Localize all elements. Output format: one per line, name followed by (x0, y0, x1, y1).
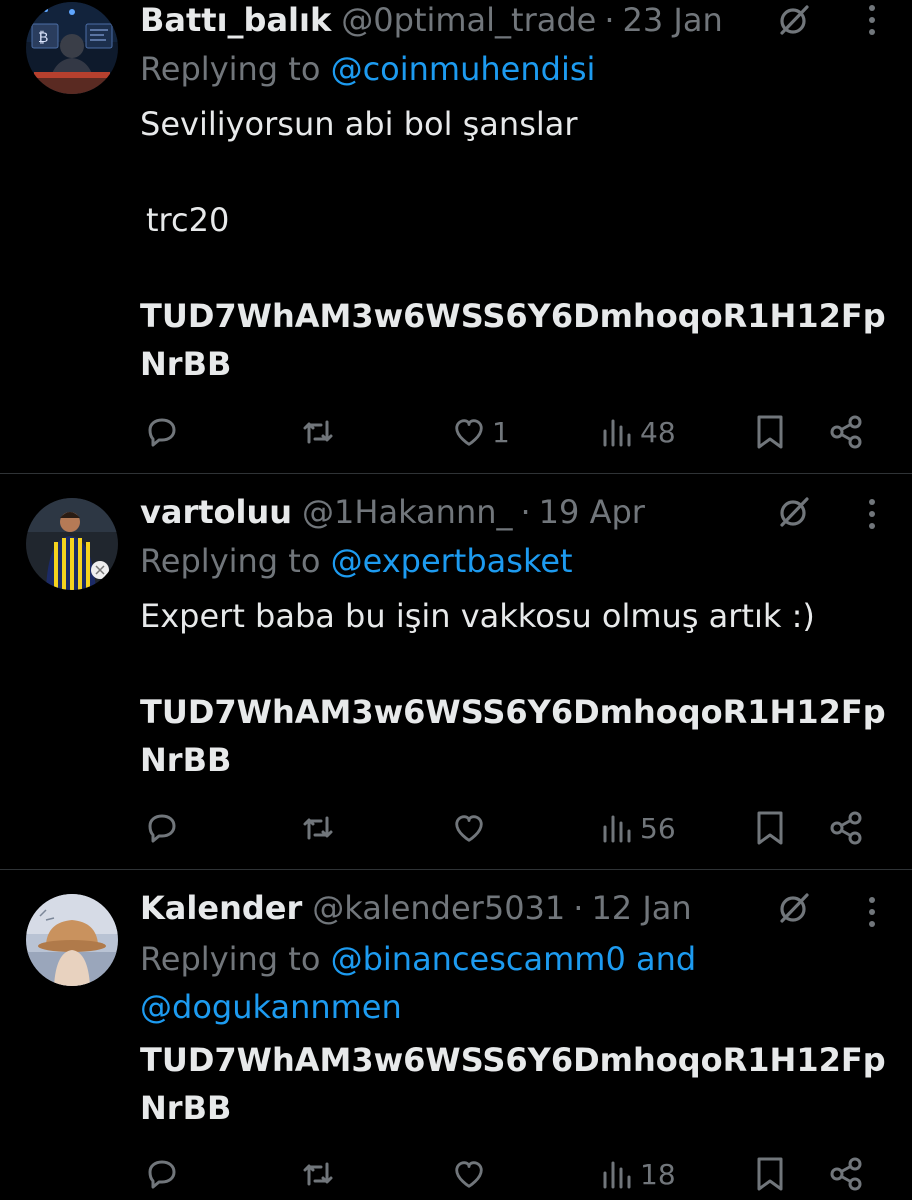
retweet-button[interactable] (300, 808, 336, 848)
share-button[interactable] (828, 808, 864, 848)
like-button[interactable]: 1 (452, 412, 510, 452)
display-name[interactable]: Kalender (140, 889, 302, 927)
reply-icon (148, 814, 176, 843)
football-player-avatar-icon (26, 498, 118, 590)
bookmark-icon (757, 811, 783, 845)
replying-prefix: Replying to (140, 50, 331, 88)
share-icon (830, 415, 862, 449)
views-button[interactable]: 48 (600, 412, 676, 452)
grok-icon[interactable] (776, 494, 812, 530)
tweet-2[interactable]: vartoluu @1Hakannn_ · 19 Apr Replying to… (0, 474, 912, 870)
share-button[interactable] (828, 412, 864, 452)
replying-to: Replying to @coinmuhendisi (140, 46, 595, 92)
wallet-address-line: NrBB (140, 1089, 232, 1127)
svg-text:₿: ₿ (38, 30, 48, 46)
display-name[interactable]: vartoluu (140, 493, 292, 531)
heart-icon (455, 419, 483, 446)
wallet-address-line: TUD7WhAM3w6WSS6Y6DmhoqoR1H12Fp (140, 693, 886, 731)
heart-icon (455, 1161, 483, 1188)
grok-icon[interactable] (776, 890, 812, 926)
reply-icon (148, 418, 176, 447)
avatar[interactable] (26, 498, 118, 590)
retweet-icon (303, 816, 333, 840)
mention-link[interactable]: @binancescamm0 (331, 940, 626, 978)
user-handle[interactable]: @0ptimal_trade (341, 1, 596, 39)
avatar[interactable] (26, 894, 118, 986)
share-icon (830, 1157, 862, 1191)
retweet-button[interactable] (300, 1154, 336, 1194)
replying-prefix: Replying to (140, 940, 331, 978)
tweet-3[interactable]: Kalender @kalender5031 · 12 Jan Replying… (0, 870, 912, 1200)
more-options-icon[interactable] (868, 894, 876, 930)
tweet-date[interactable]: 12 Jan (591, 889, 691, 927)
views-icon (603, 419, 631, 447)
action-bar: 56 (0, 808, 912, 848)
replying-to-continued: @dogukannmen (140, 984, 402, 1030)
avatar[interactable]: ₿ (26, 2, 118, 94)
reply-button[interactable] (144, 808, 180, 848)
separator: · (573, 889, 584, 927)
views-button[interactable]: 18 (600, 1154, 676, 1194)
wallet-address-line: TUD7WhAM3w6WSS6Y6DmhoqoR1H12Fp (140, 1041, 886, 1079)
views-icon (603, 1161, 631, 1189)
display-name[interactable]: Battı_balık (140, 1, 331, 39)
reply-button[interactable] (144, 412, 180, 452)
mention-and: and (625, 940, 697, 978)
tweet-header: vartoluu @1Hakannn_ · 19 Apr (140, 490, 645, 534)
tweet-header: Battı_balık @0ptimal_trade · 23 Jan (140, 0, 723, 42)
bookmark-icon (757, 1157, 783, 1191)
bucket-hat-avatar-icon (26, 894, 118, 986)
wallet-address-line: TUD7WhAM3w6WSS6Y6DmhoqoR1H12Fp (140, 297, 886, 335)
retweet-button[interactable] (300, 412, 336, 452)
action-bar: 18 (0, 1154, 912, 1194)
view-count: 48 (640, 415, 676, 449)
reply-button[interactable] (144, 1154, 180, 1194)
bookmark-button[interactable] (754, 412, 786, 452)
like-button[interactable] (452, 1154, 492, 1194)
bookmark-button[interactable] (754, 1154, 786, 1194)
like-count: 1 (492, 415, 510, 449)
views-button[interactable]: 56 (600, 808, 676, 848)
tweet-date[interactable]: 23 Jan (623, 1, 723, 39)
action-bar: 1 48 (0, 412, 912, 452)
reply-icon (148, 1160, 176, 1189)
hooded-trader-avatar-icon: ₿ (26, 2, 118, 94)
separator: · (604, 1, 615, 39)
bookmark-icon (757, 415, 783, 449)
retweet-icon (303, 1162, 333, 1186)
share-icon (830, 811, 862, 845)
views-icon (603, 815, 631, 843)
grok-icon[interactable] (776, 2, 812, 38)
mention-link[interactable]: @coinmuhendisi (331, 50, 596, 88)
replying-to: Replying to @binancescamm0 and (140, 936, 696, 982)
tweet-1[interactable]: ₿ Battı_balık @0ptimal_trade · 23 Jan Re… (0, 0, 912, 474)
replying-to: Replying to @expertbasket (140, 538, 573, 584)
tweet-header: Kalender @kalender5031 · 12 Jan (140, 886, 692, 930)
wallet-address-line: NrBB (140, 741, 232, 779)
view-count: 56 (640, 811, 676, 845)
view-count: 18 (640, 1157, 676, 1191)
bookmark-button[interactable] (754, 808, 786, 848)
tweet-text-line: trc20 (146, 201, 230, 239)
like-button[interactable] (452, 808, 492, 848)
tweet-text-line: Expert baba bu işin vakkosu olmuş artık … (140, 597, 815, 635)
replying-prefix: Replying to (140, 542, 331, 580)
heart-icon (455, 815, 483, 842)
user-handle[interactable]: @kalender5031 (312, 889, 565, 927)
mention-link[interactable]: @dogukannmen (140, 988, 402, 1026)
tweet-text-line: Seviliyorsun abi bol şanslar (140, 105, 578, 143)
separator: · (520, 493, 531, 531)
share-button[interactable] (828, 1154, 864, 1194)
tweet-date[interactable]: 19 Apr (539, 493, 645, 531)
more-options-icon[interactable] (868, 496, 876, 532)
mention-link[interactable]: @expertbasket (331, 542, 573, 580)
user-handle[interactable]: @1Hakannn_ (302, 493, 512, 531)
wallet-address-line: NrBB (140, 345, 232, 383)
more-options-icon[interactable] (868, 2, 876, 38)
retweet-icon (303, 420, 333, 444)
